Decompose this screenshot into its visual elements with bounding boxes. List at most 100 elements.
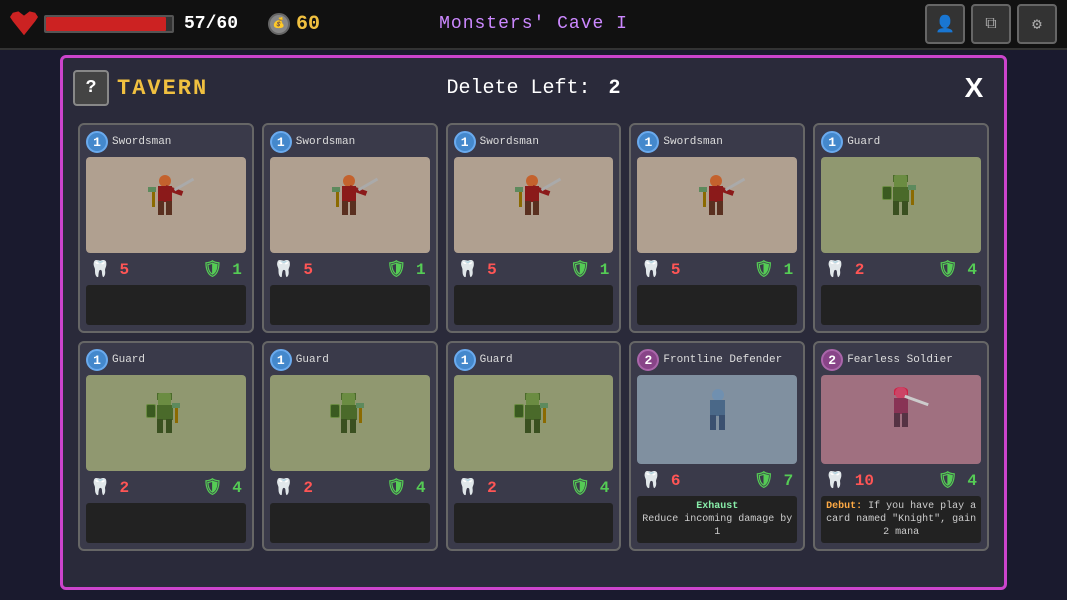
- health-section: 57/60: [10, 10, 238, 38]
- card-bottom-bar: [86, 285, 246, 325]
- main-panel: ? TAVERN Delete Left: 2 X 1 Swordsman: [60, 55, 1007, 590]
- card-cost: 1: [454, 131, 476, 153]
- health-bar-fill: [46, 17, 166, 31]
- card-stats: 🦷 5 🛡 1: [637, 257, 797, 281]
- card-cost: 1: [270, 349, 292, 371]
- delete-left-label: Delete Left: 2: [446, 77, 620, 100]
- card-name: Guard: [112, 354, 145, 366]
- card-name: Guard: [296, 354, 329, 366]
- card-stats: 🦷 2 🛡 4: [454, 475, 614, 499]
- card-name: Frontline Defender: [663, 354, 782, 366]
- card-defense: 🛡 4: [202, 477, 242, 497]
- card-bottom-bar: [454, 285, 614, 325]
- card-header: 1 Guard: [821, 131, 981, 153]
- close-button[interactable]: X: [954, 68, 994, 108]
- card-defense: 🛡 1: [570, 259, 610, 279]
- card-image: [454, 157, 614, 253]
- card-cost: 1: [86, 349, 108, 371]
- card-cost: 1: [454, 349, 476, 371]
- card-3[interactable]: 1 Swordsman 🦷 5 🛡 1: [446, 123, 622, 333]
- card-defense: 🛡 1: [202, 259, 242, 279]
- card-description: Debut: If you have play a card named "Kn…: [821, 496, 981, 543]
- card-image: [86, 375, 246, 471]
- card-stats: 🦷 5 🛡 1: [454, 257, 614, 281]
- card-10[interactable]: 2 Fearless Soldier 🦷 10 🛡 4 Debut: If yo…: [813, 341, 989, 551]
- card-name: Swordsman: [480, 136, 539, 148]
- card-image: [637, 157, 797, 253]
- card-header: 1 Guard: [270, 349, 430, 371]
- card-header: 1 Guard: [454, 349, 614, 371]
- gold-section: 💰 60: [268, 13, 320, 36]
- card-cost: 1: [86, 131, 108, 153]
- card-header: 2 Fearless Soldier: [821, 349, 981, 371]
- card-stats: 🦷 6 🛡 7: [637, 468, 797, 492]
- card-stats: 🦷 2 🛡 4: [270, 475, 430, 499]
- card-bottom-bar: [86, 503, 246, 543]
- layers-button[interactable]: ⧉: [971, 4, 1011, 44]
- card-image: [270, 157, 430, 253]
- health-text: 57/60: [184, 14, 238, 34]
- card-attack: 🦷 5: [458, 259, 497, 279]
- card-defense: 🛡 1: [754, 259, 794, 279]
- card-cost: 1: [270, 131, 292, 153]
- card-image: [86, 157, 246, 253]
- card-image: [270, 375, 430, 471]
- card-bottom-bar: [454, 503, 614, 543]
- card-attack: 🦷 5: [90, 259, 129, 279]
- tavern-question-icon[interactable]: ?: [73, 70, 109, 106]
- card-header: 1 Swordsman: [86, 131, 246, 153]
- card-stats: 🦷 5 🛡 1: [86, 257, 246, 281]
- card-stats: 🦷 10 🛡 4: [821, 468, 981, 492]
- card-bottom-bar: [270, 285, 430, 325]
- card-attack: 🦷 2: [274, 477, 313, 497]
- card-header: 2 Frontline Defender: [637, 349, 797, 371]
- delete-count: 2: [609, 77, 621, 100]
- card-6[interactable]: 1 Guard 🦷 2 🛡 4: [78, 341, 254, 551]
- card-header: 1 Swordsman: [270, 131, 430, 153]
- card-bottom-bar: [270, 503, 430, 543]
- card-attack: 🦷 5: [274, 259, 313, 279]
- card-stats: 🦷 2 🛡 4: [86, 475, 246, 499]
- card-defense: 🛡 4: [937, 259, 977, 279]
- card-defense: 🛡 7: [754, 470, 794, 490]
- card-defense: 🛡 4: [386, 477, 426, 497]
- card-cost: 2: [637, 349, 659, 371]
- card-8[interactable]: 1 Guard 🦷 2 🛡 4: [446, 341, 622, 551]
- gold-icon: 💰: [268, 13, 290, 35]
- card-bottom-bar: [821, 285, 981, 325]
- card-image: [821, 375, 981, 464]
- card-attack: 🦷 5: [641, 259, 680, 279]
- card-bottom-bar: [637, 285, 797, 325]
- card-cost: 1: [637, 131, 659, 153]
- card-defense: 🛡 1: [386, 259, 426, 279]
- top-bar: 57/60 💰 60 Monsters' Cave I 👤 ⧉ ⚙: [0, 0, 1067, 50]
- health-bar-container: [44, 15, 174, 33]
- card-1[interactable]: 1 Swordsman 🦷 5 🛡 1: [78, 123, 254, 333]
- card-2[interactable]: 1 Swordsman 🦷 5 🛡 1: [262, 123, 438, 333]
- card-4[interactable]: 1 Swordsman 🦷 5 🛡 1: [629, 123, 805, 333]
- settings-button[interactable]: ⚙: [1017, 4, 1057, 44]
- card-attack: 🦷 2: [825, 259, 864, 279]
- card-attack: 🦷 2: [458, 477, 497, 497]
- card-image: [637, 375, 797, 464]
- card-name: Swordsman: [663, 136, 722, 148]
- tavern-header: ? TAVERN Delete Left: 2 X: [73, 68, 994, 108]
- card-7[interactable]: 1 Guard 🦷 2 🛡 4: [262, 341, 438, 551]
- card-image: [454, 375, 614, 471]
- card-attack: 🦷 6: [641, 470, 680, 490]
- card-5[interactable]: 1 Guard 🦷 2 🛡 4: [813, 123, 989, 333]
- card-header: 1 Swordsman: [637, 131, 797, 153]
- card-name: Guard: [480, 354, 513, 366]
- card-stats: 🦷 5 🛡 1: [270, 257, 430, 281]
- card-defense: 🛡 4: [570, 477, 610, 497]
- level-title: Monsters' Cave I: [439, 14, 628, 34]
- card-9[interactable]: 2 Frontline Defender 🦷 6 🛡 7 Exhaust Red…: [629, 341, 805, 551]
- card-header: 1 Guard: [86, 349, 246, 371]
- card-description: Exhaust Reduce incoming damage by 1: [637, 496, 797, 543]
- card-cost: 2: [821, 349, 843, 371]
- gold-amount: 60: [296, 13, 320, 36]
- card-defense: 🛡 4: [937, 470, 977, 490]
- character-button[interactable]: 👤: [925, 4, 965, 44]
- card-name: Fearless Soldier: [847, 354, 953, 366]
- card-header: 1 Swordsman: [454, 131, 614, 153]
